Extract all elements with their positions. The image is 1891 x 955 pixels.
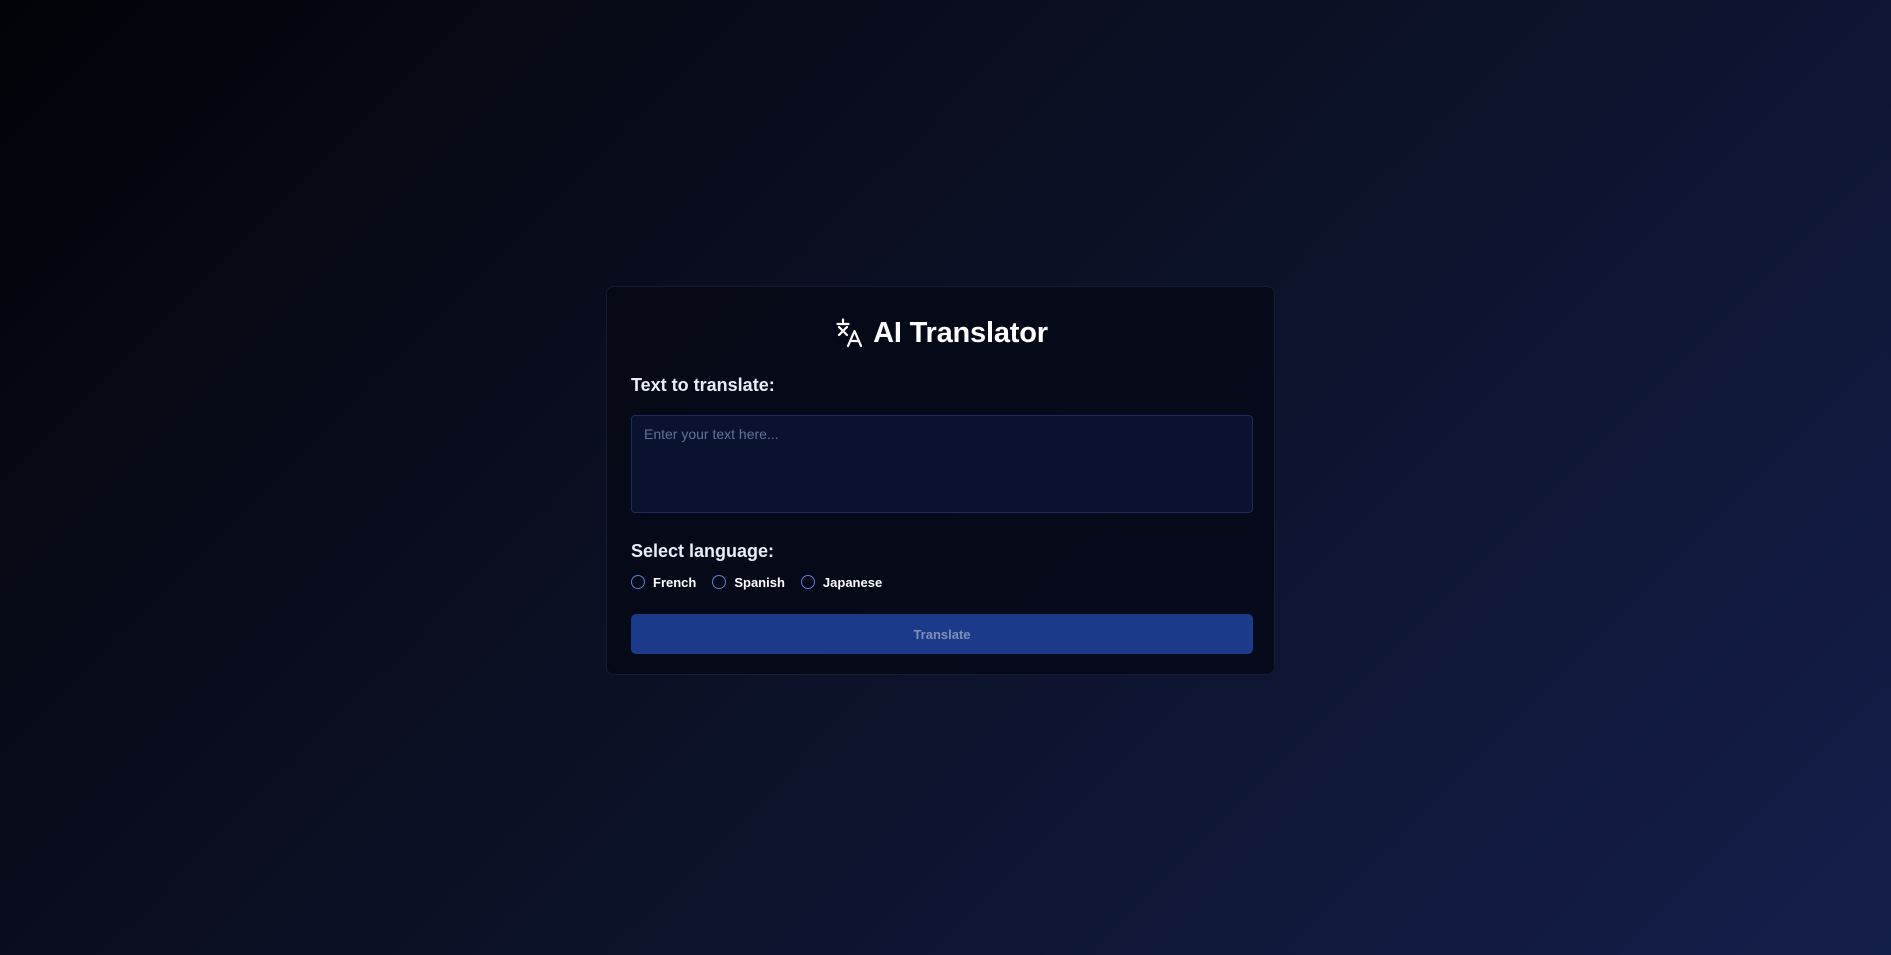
radio-japanese[interactable]: Japanese	[800, 574, 883, 590]
text-to-translate-label: Text to translate:	[631, 375, 775, 395]
text-input[interactable]	[631, 415, 1253, 513]
radio-button[interactable]	[712, 575, 727, 589]
radio-french[interactable]: French	[631, 575, 696, 590]
translator-card: AI Translator Text to translate: Select …	[606, 286, 1275, 675]
radio-spanish[interactable]: Spanish	[712, 575, 785, 590]
page-title: AI Translator	[873, 316, 1048, 349]
radio-button[interactable]	[800, 575, 815, 589]
translate-icon	[833, 317, 865, 349]
radio-button[interactable]	[631, 575, 645, 589]
radio-label: Japanese	[822, 574, 883, 590]
radio-label: Spanish	[734, 574, 785, 590]
select-language-label: Select language:	[631, 541, 775, 561]
translate-button[interactable]: Translate	[631, 614, 1253, 654]
radio-label: French	[653, 574, 697, 590]
language-radio-group: French Spanish Japanese	[631, 573, 1250, 591]
header: AI Translator	[631, 313, 1250, 353]
